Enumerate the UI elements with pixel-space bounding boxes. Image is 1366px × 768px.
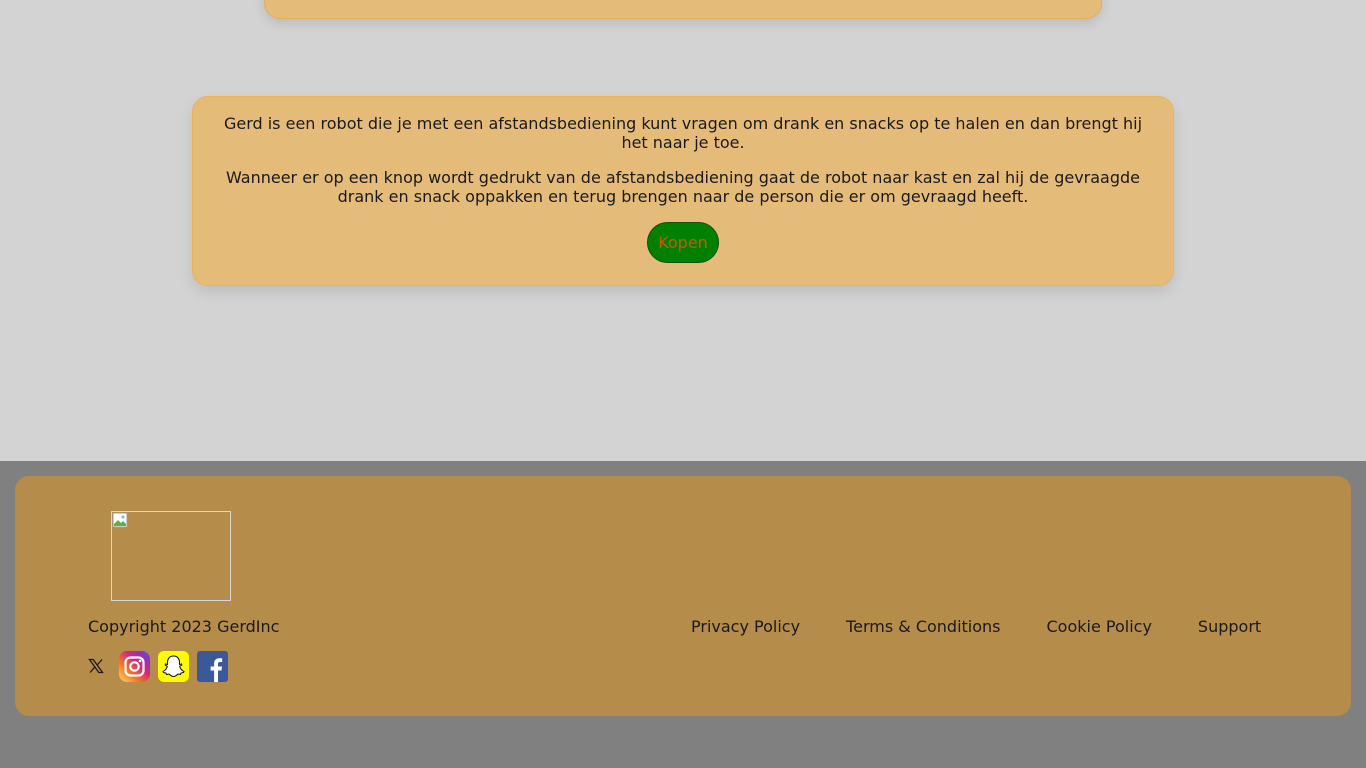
support-link[interactable]: Support	[1198, 617, 1261, 636]
product-card: Gerd is een robot die je met een afstand…	[192, 96, 1174, 286]
broken-image-icon	[112, 512, 128, 528]
footer-logo-image	[111, 511, 231, 601]
terms-conditions-link[interactable]: Terms & Conditions	[846, 617, 1000, 636]
page: Gerd is een robot die je met een afstand…	[0, 0, 1366, 768]
copyright-text: Copyright 2023 GerdInc	[88, 617, 280, 636]
facebook-icon[interactable]	[197, 650, 228, 682]
previous-product-card	[264, 0, 1102, 19]
instagram-icon[interactable]	[119, 650, 150, 682]
product-details: Wanneer er op een knop wordt gedrukt van…	[225, 168, 1141, 206]
footer-nav: Privacy Policy Terms & Conditions Cookie…	[691, 617, 1261, 636]
privacy-policy-link[interactable]: Privacy Policy	[691, 617, 800, 636]
snapchat-icon[interactable]	[158, 650, 189, 682]
x-icon[interactable]	[88, 658, 104, 674]
cookie-policy-link[interactable]: Cookie Policy	[1047, 617, 1152, 636]
product-description: Gerd is een robot die je met een afstand…	[223, 114, 1143, 152]
footer: Copyright 2023 GerdInc Privacy Policy Te…	[15, 476, 1351, 716]
buy-button[interactable]: Kopen	[647, 222, 719, 263]
social-links	[88, 650, 236, 682]
